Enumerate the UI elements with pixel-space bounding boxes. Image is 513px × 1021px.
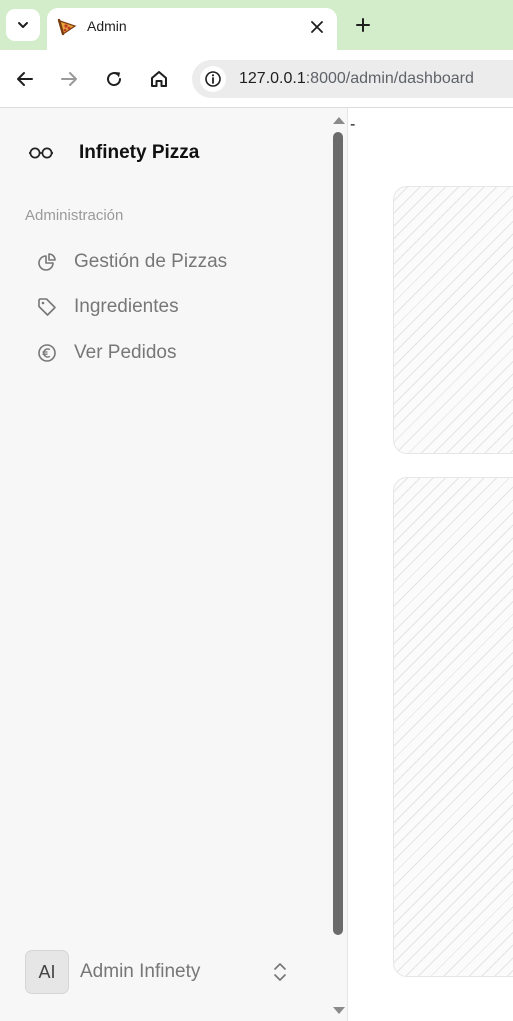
forward-button[interactable] (54, 64, 84, 94)
reload-icon (107, 72, 122, 87)
scrollbar-thumb[interactable] (333, 132, 343, 935)
sidebar (0, 108, 331, 1021)
euro-icon (36, 342, 58, 364)
url-text: 127.0.0.1:8000/admin/dashboard (239, 70, 474, 88)
page-header-text: - (350, 116, 356, 133)
user-menu[interactable]: AI Admin Infinety (25, 950, 295, 994)
sidebar-item-ingredientes[interactable]: Ingredientes (36, 291, 296, 323)
info-icon (205, 71, 221, 87)
scroll-up-arrow-icon[interactable] (332, 115, 346, 125)
avatar: AI (25, 950, 69, 994)
reload-button[interactable] (99, 64, 129, 94)
placeholder-card-bottom (393, 477, 513, 977)
browser-tab-active[interactable]: Admin (47, 8, 337, 50)
site-info-button[interactable] (200, 66, 226, 92)
tab-title: Admin (87, 18, 127, 34)
main-content: - (348, 108, 513, 1021)
sidebar-item-label: Ver Pedidos (74, 342, 177, 363)
forward-icon (61, 72, 77, 86)
home-icon (151, 71, 167, 87)
plus-icon (356, 18, 370, 32)
tag-icon (36, 296, 58, 318)
placeholder-card-top (393, 186, 513, 454)
url-path: :8000/admin/dashboard (305, 70, 474, 87)
scroll-down-arrow-icon[interactable] (332, 1006, 346, 1016)
back-icon (17, 72, 33, 86)
pie-chart-icon (36, 251, 58, 273)
sidebar-item-label: Gestión de Pizzas (74, 251, 228, 272)
new-tab-button[interactable] (349, 11, 377, 39)
tab-search-button[interactable] (6, 9, 40, 41)
brand-name: Infinety Pizza (79, 142, 200, 163)
sidebar-item-label: Ingredientes (74, 296, 179, 317)
browser-toolbar: 127.0.0.1:8000/admin/dashboard (0, 50, 513, 108)
home-button[interactable] (144, 64, 174, 94)
chevron-down-icon (18, 22, 28, 28)
chevron-up-down-icon (274, 963, 286, 981)
close-tab-button[interactable] (305, 15, 329, 39)
sidebar-item-ver-pedidos[interactable]: Ver Pedidos (36, 337, 296, 369)
url-host: 127.0.0.1 (239, 70, 306, 87)
user-name: Admin Infinety (80, 961, 201, 982)
browser-tabstrip: Admin (0, 0, 513, 50)
brand[interactable]: Infinety Pizza (28, 140, 199, 166)
section-label: Administración (25, 207, 124, 224)
address-bar[interactable]: 127.0.0.1:8000/admin/dashboard (192, 60, 513, 98)
sidebar-item-gestion-pizzas[interactable]: Gestión de Pizzas (36, 246, 296, 278)
close-icon (311, 21, 323, 33)
back-button[interactable] (10, 64, 40, 94)
pizza-favicon (57, 18, 77, 36)
infinity-glasses-icon (28, 140, 54, 166)
